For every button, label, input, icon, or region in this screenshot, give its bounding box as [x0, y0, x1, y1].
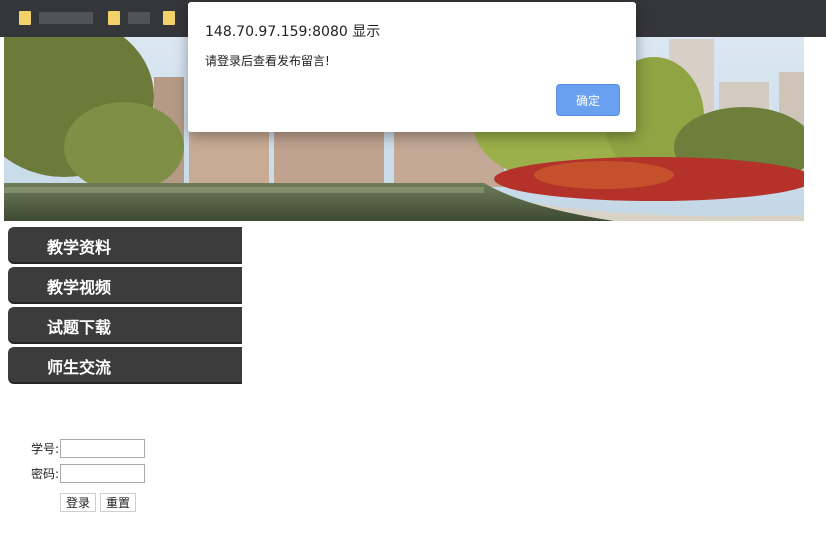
dialog-message: 请登录后查看发布留言! [205, 54, 330, 68]
nav-item-teaching-materials[interactable]: 教学资料 [8, 227, 242, 264]
password-label: 密码: [31, 467, 60, 481]
nav-item-label: 师生交流 [47, 357, 112, 377]
dialog-title: 148.70.97.159:8080 显示 [205, 24, 381, 40]
bookmark-folder[interactable] [108, 9, 150, 27]
student-id-input[interactable] [60, 439, 145, 458]
student-id-row: 学号: [31, 439, 145, 458]
nav-item-label: 试题下载 [47, 317, 112, 337]
reset-button[interactable]: 重置 [100, 493, 137, 512]
nav-item-label: 教学资料 [47, 237, 112, 257]
bookmark-folder[interactable] [163, 9, 175, 27]
password-row: 密码: [31, 464, 145, 483]
login-buttons: 登录 重置 [60, 493, 137, 512]
student-id-label: 学号: [31, 442, 60, 456]
alert-dialog: 148.70.97.159:8080 显示 请登录后查看发布留言! 确定 [188, 2, 636, 132]
login-form: 学号: 密码: 登录 重置 [31, 439, 145, 512]
nav-item-teacher-student-exchange[interactable]: 师生交流 [8, 347, 242, 384]
password-input[interactable] [60, 464, 145, 483]
sidebar-nav: 教学资料 教学视频 试题下载 师生交流 [8, 227, 242, 387]
bookmark-label-obscured [128, 12, 150, 24]
dialog-ok-button[interactable]: 确定 [556, 84, 620, 116]
folder-icon [163, 11, 175, 25]
bookmark-folder[interactable] [19, 9, 93, 27]
nav-item-label: 教学视频 [47, 277, 112, 297]
nav-item-teaching-videos[interactable]: 教学视频 [8, 267, 242, 304]
folder-icon [19, 11, 31, 25]
folder-icon [108, 11, 120, 25]
login-button[interactable]: 登录 [60, 493, 97, 512]
nav-item-exam-downloads[interactable]: 试题下载 [8, 307, 242, 344]
bookmark-label-obscured [39, 12, 93, 24]
